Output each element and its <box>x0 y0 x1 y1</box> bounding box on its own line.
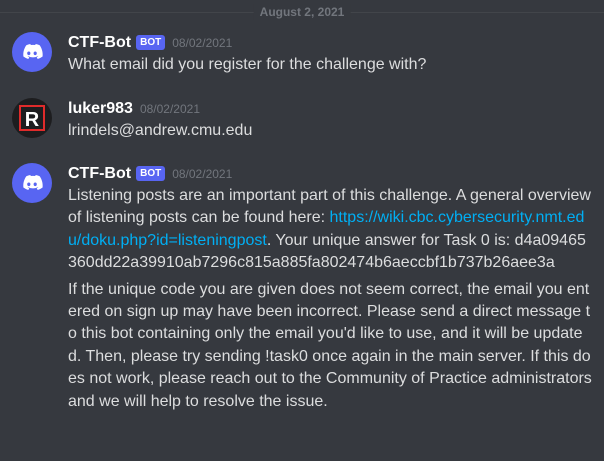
svg-text:R: R <box>25 109 40 131</box>
date-divider-label: August 2, 2021 <box>253 4 351 20</box>
author-name[interactable]: luker983 <box>68 100 133 117</box>
message-content: Listening posts are an important part of… <box>68 185 593 413</box>
discord-logo-icon <box>23 175 43 190</box>
message-content: What email did you register for the chal… <box>68 54 593 76</box>
timestamp[interactable]: 08/02/2021 <box>172 167 232 181</box>
message-paragraph-2: If the unique code you are given does no… <box>68 280 592 410</box>
discord-logo-icon <box>23 44 43 59</box>
author-name[interactable]: CTF-Bot <box>68 165 131 182</box>
author-name[interactable]: CTF-Bot <box>68 34 131 51</box>
message-paragraph-1: Listening posts are an important part of… <box>68 185 593 275</box>
bot-avatar[interactable] <box>12 32 52 72</box>
user-avatar[interactable]: R <box>12 98 52 138</box>
message-text: lrindels@andrew.cmu.edu <box>68 122 253 139</box>
message-header: CTF-Bot BOT 08/02/2021 <box>68 32 232 54</box>
bot-avatar[interactable] <box>12 163 52 203</box>
message-header: luker983 08/02/2021 <box>68 98 200 120</box>
timestamp[interactable]: 08/02/2021 <box>140 102 200 116</box>
date-divider: August 2, 2021 <box>0 0 604 22</box>
bot-tag: BOT <box>136 166 166 181</box>
message-header: CTF-Bot BOT 08/02/2021 <box>68 163 232 185</box>
bot-tag: BOT <box>136 35 166 50</box>
message-content: lrindels@andrew.cmu.edu <box>68 120 593 142</box>
timestamp[interactable]: 08/02/2021 <box>172 36 232 50</box>
r-logo-icon: R <box>19 105 45 131</box>
message-text: What email did you register for the chal… <box>68 56 427 73</box>
